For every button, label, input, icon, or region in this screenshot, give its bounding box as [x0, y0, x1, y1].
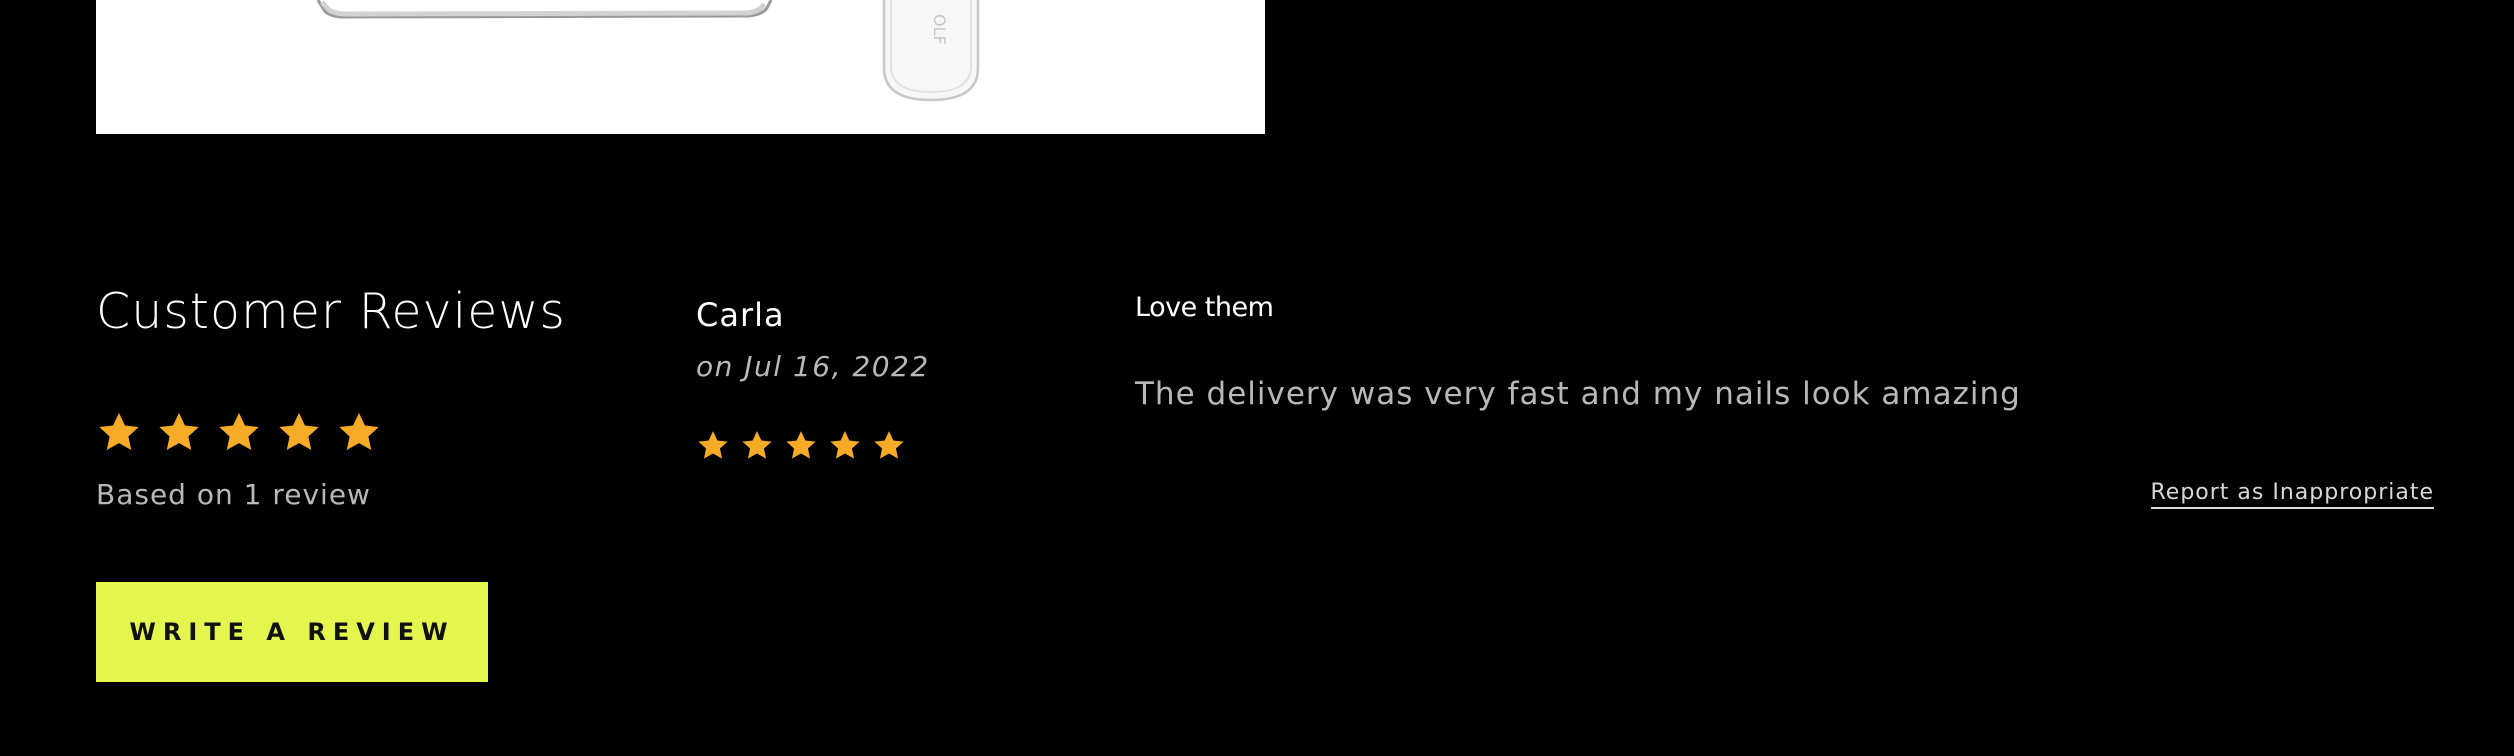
review-rating-stars	[696, 429, 906, 463]
star-icon	[276, 410, 322, 456]
star-icon	[156, 410, 202, 456]
average-rating-stars	[96, 410, 382, 456]
svg-text:OLF: OLF	[930, 14, 949, 45]
star-icon	[96, 410, 142, 456]
page: OLF Customer Reviews Based on 1 review W…	[0, 0, 2514, 756]
star-icon	[336, 410, 382, 456]
star-icon	[872, 429, 906, 463]
write-review-button[interactable]: WRITE A REVIEW	[96, 582, 488, 682]
review-count-text: Based on 1 review	[96, 478, 371, 511]
customer-reviews-heading: Customer Reviews	[96, 283, 566, 340]
star-icon	[828, 429, 862, 463]
review-body: The delivery was very fast and my nails …	[1135, 376, 2021, 412]
report-inappropriate-link[interactable]: Report as Inappropriate	[2150, 480, 2434, 509]
reviewer-name: Carla	[696, 296, 785, 334]
nail-file-product-image: OLF	[316, 0, 980, 102]
review-title: Love them	[1135, 292, 1274, 323]
star-icon	[216, 410, 262, 456]
star-icon	[696, 429, 730, 463]
review-date: on Jul 16, 2022	[696, 350, 930, 383]
star-icon	[784, 429, 818, 463]
star-icon	[740, 429, 774, 463]
product-image: OLF	[96, 0, 1265, 134]
